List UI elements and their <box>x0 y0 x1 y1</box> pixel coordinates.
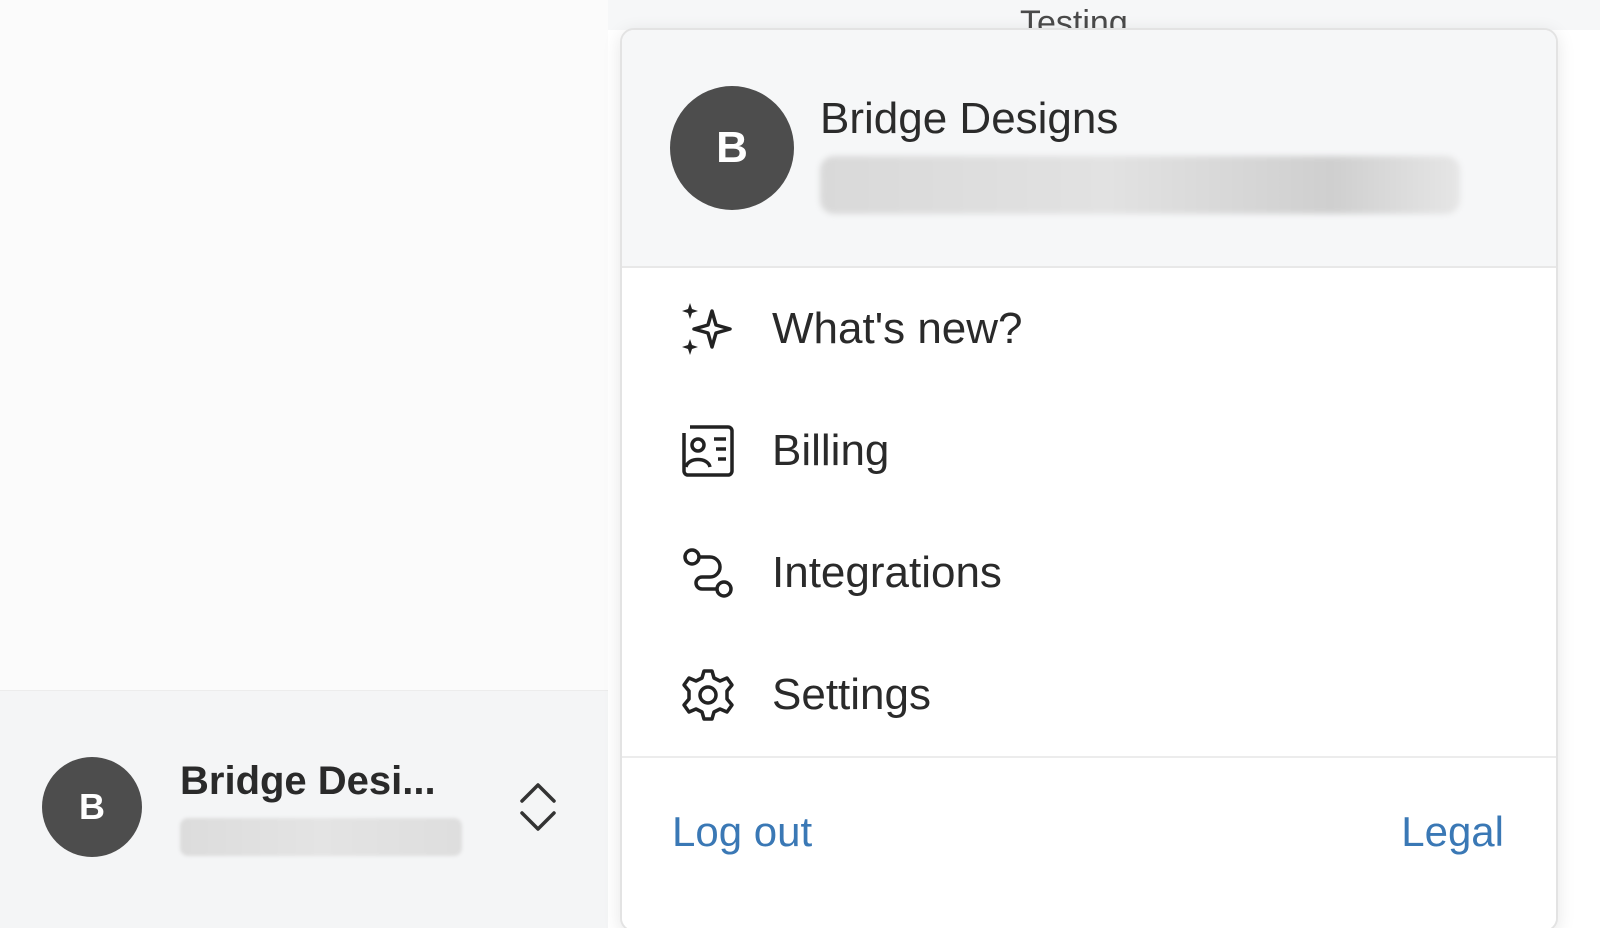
account-menu-header: B Bridge Designs <box>622 30 1556 268</box>
integrations-icon <box>680 545 736 601</box>
menu-item-label: Settings <box>772 670 931 719</box>
gear-icon <box>680 667 736 723</box>
sparkle-icon <box>680 301 736 357</box>
legal-link[interactable]: Legal <box>1401 808 1504 856</box>
menu-item-label: Billing <box>772 426 890 475</box>
menu-item-billing[interactable]: Billing <box>622 390 1556 512</box>
account-menu-footer: Log out Legal <box>622 756 1556 928</box>
account-info: Bridge Desi... <box>180 759 470 856</box>
account-name: Bridge Designs <box>820 94 1119 143</box>
menu-item-settings[interactable]: Settings <box>622 634 1556 756</box>
app-window: B Bridge Desi... Testing B Bridge Design… <box>0 0 1600 928</box>
sidebar: B Bridge Desi... <box>0 0 608 928</box>
menu-item-label: What's new? <box>772 304 1023 353</box>
menu-item-label: Integrations <box>772 548 1002 597</box>
account-menu-popover: B Bridge Designs What's new? Billing Int… <box>620 28 1558 928</box>
account-name: Bridge Desi... <box>180 758 436 803</box>
header-partial-text: Testing <box>1020 6 1128 28</box>
chevron-up-down-icon <box>520 783 556 831</box>
menu-item-integrations[interactable]: Integrations <box>622 512 1556 634</box>
avatar: B <box>42 757 142 857</box>
account-switcher-button[interactable]: B Bridge Desi... <box>22 748 582 866</box>
menu-list: What's new? Billing Integrations Setting… <box>622 268 1556 756</box>
logout-link[interactable]: Log out <box>672 808 812 856</box>
avatar: B <box>670 86 794 210</box>
menu-item-whats-new[interactable]: What's new? <box>622 268 1556 390</box>
billing-icon <box>680 423 736 479</box>
redacted-email <box>820 156 1460 214</box>
redacted-email <box>180 817 462 856</box>
